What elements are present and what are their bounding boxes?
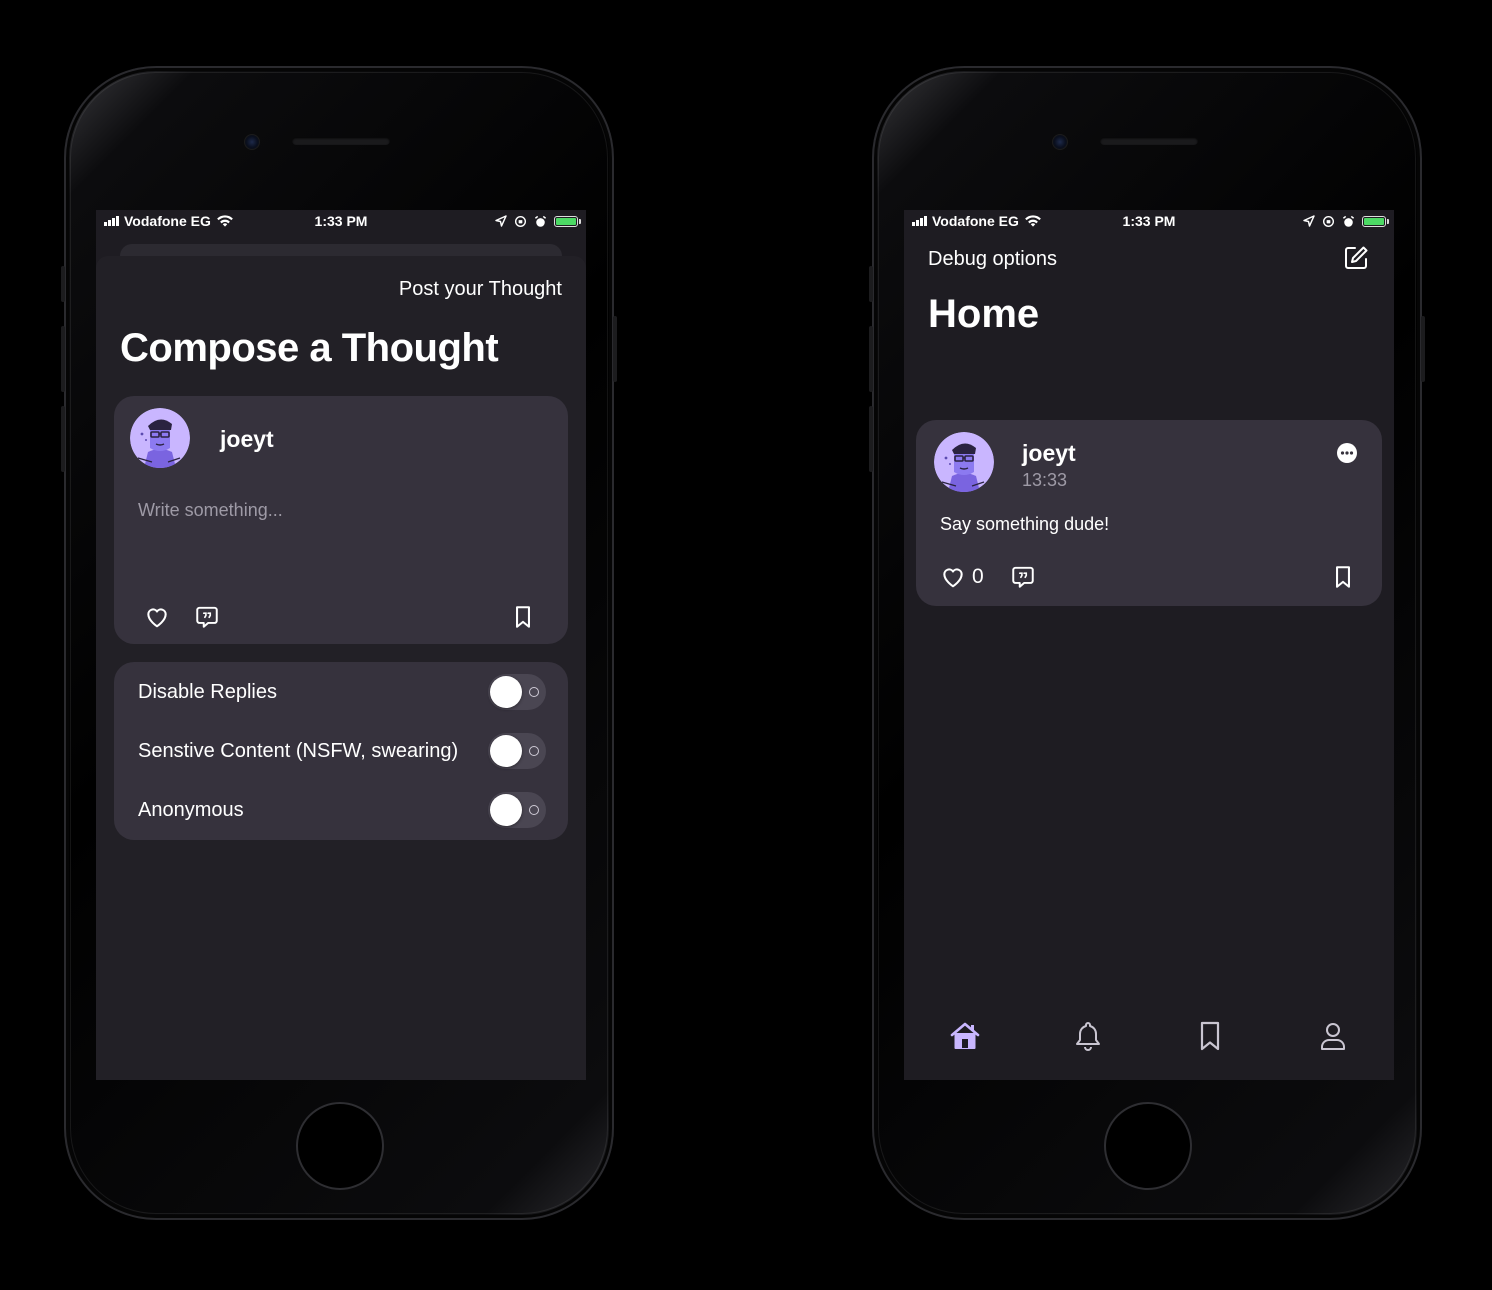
options-card: Disable Replies Senstive Content (NSFW, … (114, 662, 568, 840)
wifi-icon (1024, 214, 1042, 228)
thought-input[interactable] (138, 490, 538, 530)
battery-icon (1362, 215, 1389, 227)
option-label: Anonymous (138, 798, 244, 821)
location-icon (1303, 215, 1315, 227)
post-body: Say something dude! (940, 514, 1110, 534)
username: joeyt (220, 426, 274, 452)
power-button (1421, 316, 1425, 382)
home-screen: Vodafone EG 1:33 PM Debug options Home j… (904, 210, 1394, 1080)
more-icon[interactable] (1336, 442, 1358, 464)
avatar[interactable] (934, 432, 994, 492)
avatar[interactable] (130, 408, 190, 468)
sensitive-content-toggle[interactable] (488, 733, 546, 769)
alarm-icon (534, 215, 547, 228)
card-actions (144, 604, 536, 630)
signal-icon (104, 216, 119, 226)
mute-switch (869, 266, 873, 302)
compose-screen: Vodafone EG 1:33 PM Post your Thought Co… (96, 210, 586, 1080)
bell-icon[interactable] (1069, 1017, 1107, 1055)
battery-icon (554, 215, 581, 227)
phone-frame-compose: Vodafone EG 1:33 PM Post your Thought Co… (61, 66, 617, 1220)
post-card[interactable]: joeyt 13:33 Say something dude! 0 (916, 420, 1382, 606)
power-button (613, 316, 617, 382)
carrier-label: Vodafone EG (932, 213, 1019, 229)
disable-replies-toggle[interactable] (488, 674, 546, 710)
volume-up-button (869, 326, 873, 392)
volume-down-button (61, 406, 65, 472)
option-disable-replies: Disable Replies (138, 672, 546, 712)
card-actions: 0 (940, 564, 1356, 590)
option-label: Senstive Content (NSFW, swearing) (138, 739, 459, 762)
home-button[interactable] (296, 1102, 384, 1190)
profile-icon[interactable] (1314, 1017, 1352, 1055)
option-sensitive-content: Senstive Content (NSFW, swearing) (138, 731, 546, 771)
post-timestamp: 13:33 (1022, 470, 1068, 490)
heart-icon[interactable] (940, 564, 966, 590)
tab-bar (904, 1000, 1394, 1080)
status-bar: Vodafone EG 1:33 PM (904, 210, 1394, 232)
home-icon[interactable] (946, 1017, 984, 1055)
bookmark-tab-icon[interactable] (1191, 1017, 1229, 1055)
earpiece-speaker (292, 137, 390, 145)
wifi-icon (216, 214, 234, 228)
like-count: 0 (972, 565, 984, 588)
post-your-thought-button[interactable]: Post your Thought (399, 278, 562, 301)
option-label: Disable Replies (138, 680, 277, 703)
bookmark-icon[interactable] (510, 604, 536, 630)
location-icon (495, 215, 507, 227)
quote-bubble-icon[interactable] (194, 604, 220, 630)
carrier-label: Vodafone EG (124, 213, 211, 229)
bookmark-icon[interactable] (1330, 564, 1356, 590)
compose-sheet: Post your Thought Compose a Thought joey… (96, 256, 586, 1080)
compose-card: joeyt (114, 396, 568, 644)
page-title: Compose a Thought (120, 326, 499, 370)
option-anonymous: Anonymous (138, 790, 546, 830)
status-bar: Vodafone EG 1:33 PM (96, 210, 586, 232)
mute-switch (61, 266, 65, 302)
compose-icon[interactable] (1342, 244, 1370, 272)
debug-options-link[interactable]: Debug options (928, 248, 1057, 271)
volume-up-button (61, 326, 65, 392)
front-camera (244, 134, 260, 150)
earpiece-speaker (1100, 137, 1198, 145)
front-camera (1052, 134, 1068, 150)
page-title: Home (928, 292, 1040, 336)
anonymous-toggle[interactable] (488, 792, 546, 828)
quote-bubble-icon[interactable] (1010, 564, 1036, 590)
heart-icon[interactable] (144, 604, 170, 630)
rotation-lock-icon (514, 215, 527, 228)
username: joeyt (1022, 440, 1076, 466)
signal-icon (912, 216, 927, 226)
volume-down-button (869, 406, 873, 472)
alarm-icon (1342, 215, 1355, 228)
phone-frame-home: Vodafone EG 1:33 PM Debug options Home j… (869, 66, 1425, 1220)
home-button[interactable] (1104, 1102, 1192, 1190)
rotation-lock-icon (1322, 215, 1335, 228)
